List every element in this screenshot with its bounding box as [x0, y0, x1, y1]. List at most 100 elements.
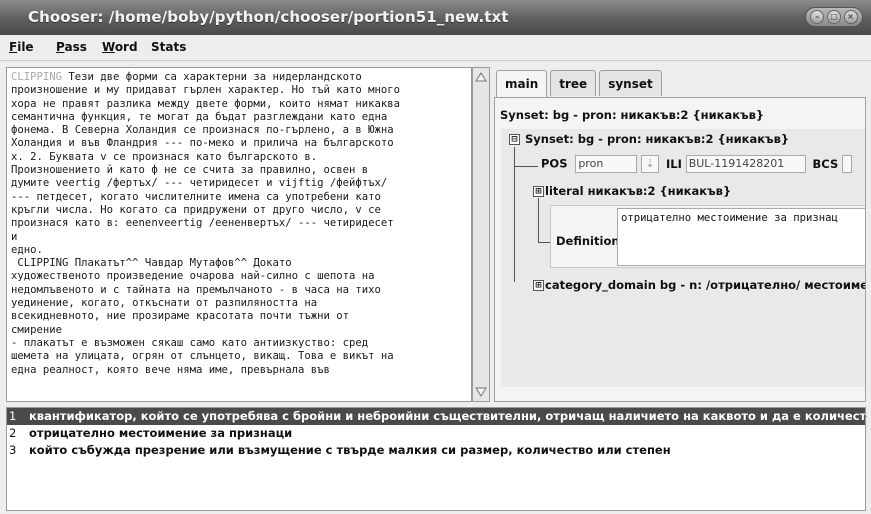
category-domain-label: category_domain bg - n: /отрицателно/ ме… — [545, 278, 865, 292]
context-line: семантична функция, те могат да бъдат ра… — [11, 111, 467, 124]
context-text-area[interactable]: CLIPPING Тези две форми са характерни за… — [6, 67, 472, 402]
bcs-field[interactable] — [842, 155, 853, 173]
sense-candidates-list: 1 квантификатор, който се употребява с бр… — [6, 407, 866, 511]
close-icon[interactable]: × — [843, 10, 858, 24]
menu-bar: File Pass Word Stats — [0, 35, 871, 61]
minimize-icon[interactable]: – — [810, 10, 825, 24]
context-line: художественото произведение очарова най-… — [11, 270, 467, 283]
candidate-text: който събужда презрение или възмущение с… — [29, 443, 671, 457]
pos-field[interactable]: pron — [575, 155, 638, 173]
context-line-text: всекидневното, ние прозираме красотата п… — [11, 310, 350, 323]
scroll-up-icon[interactable] — [474, 69, 488, 85]
sense-candidate-row[interactable]: 2 отрицателно местоимение за признаци — [7, 425, 865, 442]
context-line-text: произношение и му придават гърлен характ… — [11, 84, 401, 97]
literal-label: literal — [545, 184, 584, 198]
context-line-text: Тези две форми са характерни за нидерлан… — [62, 71, 362, 83]
context-line-text: - плакатът е възможен сякаш само като ан… — [11, 336, 369, 349]
menu-pass[interactable]: Pass — [56, 40, 87, 54]
context-line-text: една реалност, която вече няма име, прев… — [11, 363, 330, 376]
window-controls: – □ × — [805, 7, 863, 27]
context-line: една реалност, която вече няма име, прев… — [11, 364, 467, 377]
expand-icon[interactable]: ⊞ — [533, 186, 544, 197]
context-line-text: недомлъвеното и с тайната на премълчанот… — [11, 283, 381, 296]
context-line: фонема. В Северна Холандия се произнася … — [11, 124, 467, 137]
context-line-text: фонема. В Северна Холандия се произнася … — [11, 124, 394, 137]
tab-tree[interactable]: tree — [550, 70, 597, 96]
context-line-text: смирение — [11, 323, 63, 336]
literal-value: никакъв:2 {никакъв} — [587, 184, 732, 198]
tree-line — [538, 242, 550, 243]
pos-label: POS — [541, 156, 568, 171]
collapse-icon[interactable]: ⊟ — [509, 134, 520, 145]
window-titlebar[interactable]: Chooser: /home/boby/python/chooser/porti… — [0, 0, 871, 35]
sense-candidate-row[interactable]: 1 квантификатор, който се употребява с бр… — [7, 408, 865, 425]
candidate-number: 2 — [9, 426, 17, 440]
context-line: смирение — [11, 324, 467, 337]
context-line: Холандия и във Фландрия --- по-меко и пр… — [11, 137, 467, 150]
candidate-text: квантификатор, който се употребява с бро… — [29, 409, 866, 423]
tree-line — [538, 198, 539, 242]
menu-stats[interactable]: Stats — [151, 40, 186, 54]
candidate-number: 1 — [9, 409, 17, 423]
synset-tree: ⊟ Synset: bg - pron: никакъв:2 {никакъв} … — [501, 129, 865, 387]
menu-file[interactable]: File — [9, 40, 34, 54]
ili-field[interactable]: BUL-1191428201 — [685, 155, 806, 173]
dropdown-arrow-icon[interactable]: ⇣ — [641, 155, 660, 173]
context-line-text: шемета на улицата, огрян от слънцето, ви… — [11, 350, 394, 363]
context-line-text: уединение, когато, откъснати от разпилян… — [11, 297, 318, 310]
context-line: CLIPPING Плакатът^^ Чавдар Мутафов^^ Док… — [11, 257, 467, 270]
maximize-icon[interactable]: □ — [826, 10, 841, 24]
context-line-text: художественото произведение очарова най-… — [11, 270, 375, 283]
context-line-text: и — [11, 230, 18, 243]
context-line: произношение и му придават гърлен характ… — [11, 84, 467, 97]
context-line-text: CLIPPING Плакатът^^ Чавдар Мутафов^^ Док… — [11, 257, 292, 270]
context-line-text: произнася като в: eenenveertig /еененвер… — [11, 217, 394, 230]
definition-row: Definition отрицателно местоимение за пр… — [550, 205, 865, 268]
tab-content-main: Synset: bg - pron: никакъв:2 {никакъв} ⊟… — [494, 97, 867, 433]
clipping-marker: CLIPPING — [11, 71, 63, 83]
tab-main[interactable]: main — [496, 70, 548, 98]
category-domain-node[interactable]: ⊞ category_domain bg - n: /отрицателно/ м… — [533, 278, 865, 292]
expand-icon[interactable]: ⊞ — [533, 280, 544, 291]
window-title: Chooser: /home/boby/python/chooser/porti… — [28, 8, 509, 26]
candidate-text: отрицателно местоимение за признаци — [29, 426, 293, 440]
definition-textarea[interactable]: отрицателно местоимение за признац — [617, 208, 865, 266]
tree-line — [514, 147, 515, 282]
context-line: CLIPPING Тези две форми са характерни за… — [11, 71, 467, 84]
context-line-text: едно. — [11, 243, 43, 256]
candidate-number: 3 — [9, 443, 17, 457]
ili-label: ILI — [665, 156, 682, 171]
sense-candidate-row[interactable]: 3 който събужда презрение или възмущение … — [7, 442, 865, 459]
context-line: - плакатът е възможен сякаш само като ан… — [11, 337, 467, 350]
context-vertical-scrollbar[interactable] — [472, 67, 490, 402]
tab-synset[interactable]: synset — [599, 70, 662, 96]
context-line: Произношението й като ф не се счита за п… — [11, 164, 467, 177]
menu-word[interactable]: Word — [102, 40, 138, 54]
synset-panel: main tree synset Synset: bg - pron: ника… — [494, 67, 867, 433]
context-line-text: кръгли числа. Но когато са придружени от… — [11, 203, 381, 216]
definition-label: Definition — [556, 234, 620, 248]
context-line: едно. — [11, 244, 467, 257]
context-line-text: х. 2. Буквата v се произнася като българ… — [11, 150, 318, 163]
context-line: всекидневното, ние прозираме красотата п… — [11, 310, 467, 323]
tree-root-node[interactable]: ⊟ Synset: bg - pron: никакъв:2 {никакъв} — [509, 132, 789, 146]
context-line-text: семантична функция, те могат да бъдат ра… — [11, 110, 388, 123]
context-line-text: --- петдесет, когато числителните имена … — [11, 190, 381, 203]
literal-node[interactable]: ⊞ literal никакъв:2 {никакъв} — [533, 184, 731, 198]
pos-ili-row: POS pron ⇣ ILI BUL-1191428201 BCS — [541, 155, 865, 177]
scroll-down-icon[interactable] — [474, 384, 488, 400]
context-line: произнася като в: eenenveertig /еененвер… — [11, 217, 467, 230]
context-line: --- петдесет, когато числителните имена … — [11, 191, 467, 204]
context-line-text: хора не правят разлика между двете форми… — [11, 97, 401, 110]
bcs-label: BCS — [812, 156, 839, 171]
context-line: кръгли числа. Но когато са придружени от… — [11, 204, 467, 217]
context-line: уединение, когато, откъснати от разпилян… — [11, 297, 467, 310]
context-line: х. 2. Буквата v се произнася като българ… — [11, 151, 467, 164]
tree-root-label: Synset: bg - pron: никакъв:2 {никакъв} — [525, 132, 790, 146]
tree-line — [514, 166, 538, 167]
context-line: недомлъвеното и с тайната на премълчанот… — [11, 284, 467, 297]
context-line-text: Холандия и във Фландрия --- по-меко и пр… — [11, 137, 394, 150]
tab-bar: main tree synset — [496, 70, 665, 98]
context-line: думите veertig /фертъх/ --- четиридесет … — [11, 177, 467, 190]
context-line: хора не правят разлика между двете форми… — [11, 98, 467, 111]
